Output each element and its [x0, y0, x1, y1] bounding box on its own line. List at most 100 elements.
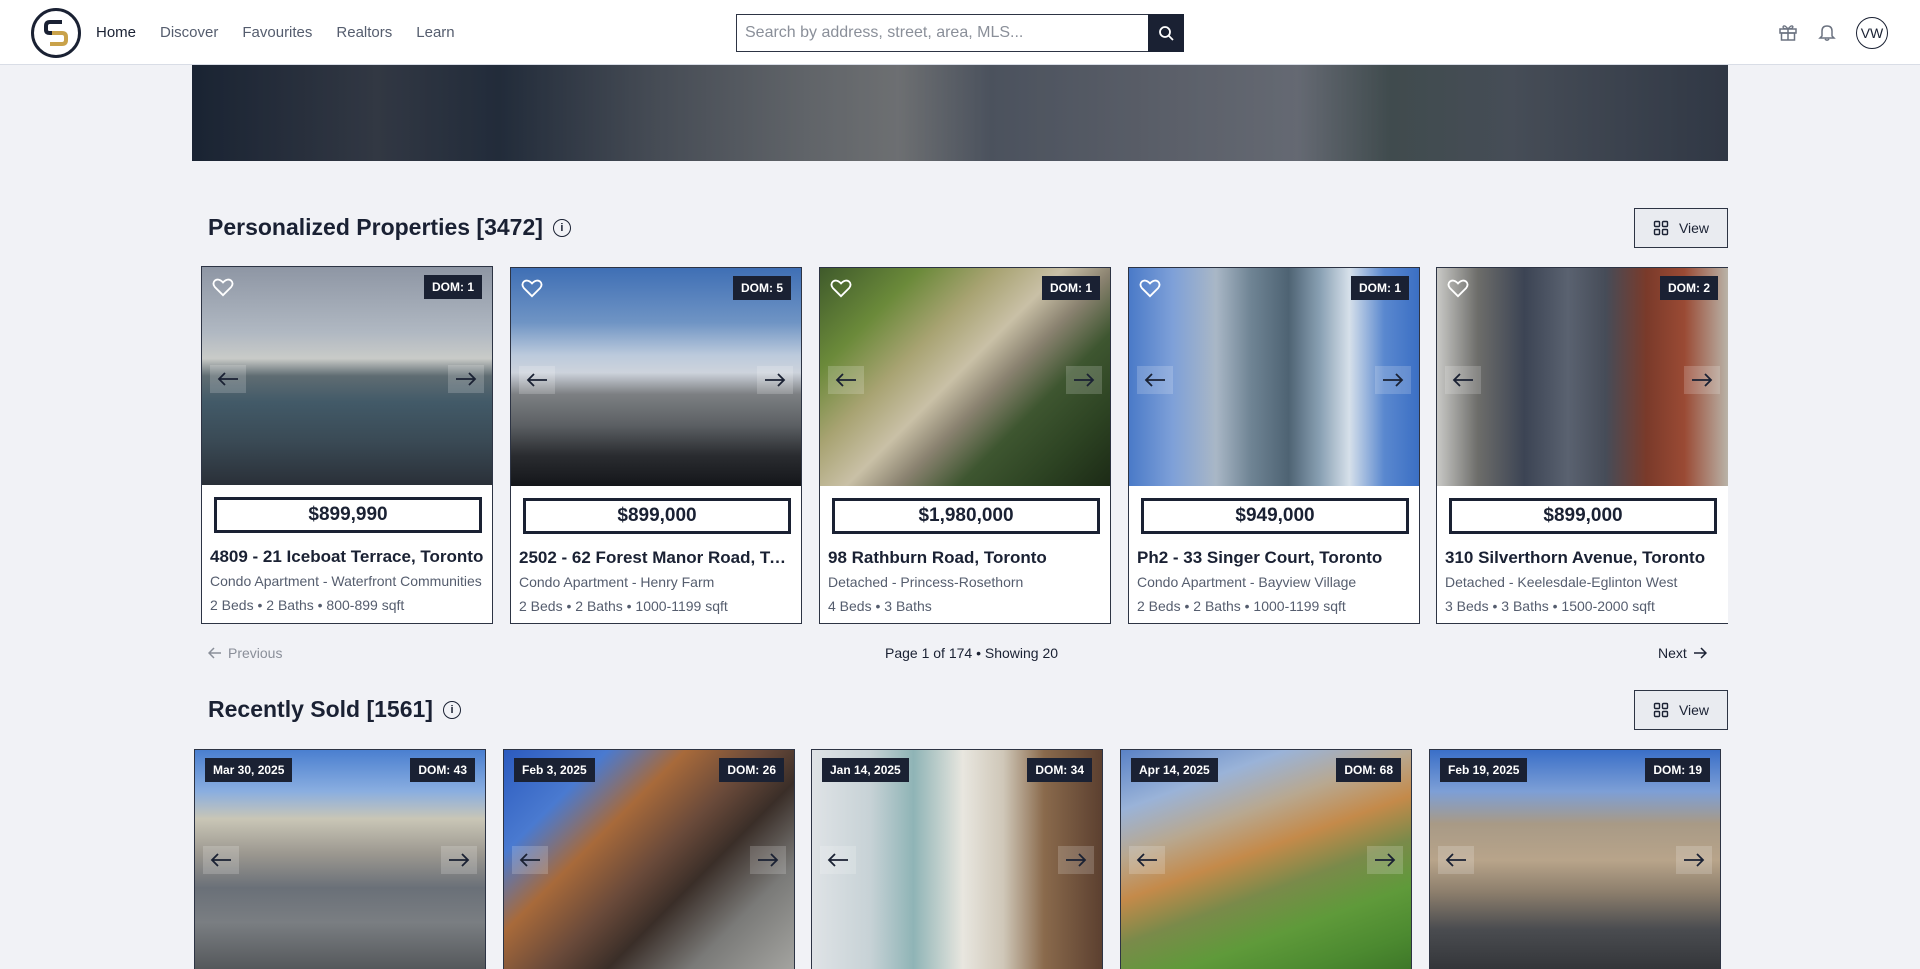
property-card[interactable]: DOM: 1 $1,980,000 98 Rathburn Road, Toro…: [819, 267, 1111, 624]
sold-property-card[interactable]: Feb 19, 2025 DOM: 19: [1429, 749, 1721, 969]
sold-section-header: Recently Sold [1561] i: [208, 696, 461, 723]
prev-photo-arrow-icon[interactable]: [1137, 366, 1173, 394]
next-photo-arrow-icon[interactable]: [1367, 846, 1403, 874]
property-address[interactable]: 4809 - 21 Iceboat Terrace, Toronto: [210, 547, 486, 567]
main-nav: Home Discover Favourites Realtors Learn: [96, 0, 455, 65]
sold-view-button[interactable]: View: [1634, 690, 1728, 730]
previous-page-button[interactable]: Previous: [208, 645, 282, 661]
grid-icon: [1653, 702, 1669, 718]
logo-mark-icon: [44, 20, 68, 46]
next-photo-arrow-icon[interactable]: [448, 365, 484, 393]
nav-favourites[interactable]: Favourites: [242, 24, 312, 41]
dom-badge: DOM: 2: [1660, 276, 1718, 300]
property-specs: 3 Beds • 3 Baths • 1500-2000 sqft: [1445, 598, 1655, 614]
dom-badge: DOM: 34: [1027, 758, 1092, 782]
sold-property-card[interactable]: Jan 14, 2025 DOM: 34: [811, 749, 1103, 969]
favourite-heart-icon[interactable]: [1139, 278, 1161, 298]
favourite-heart-icon[interactable]: [521, 278, 543, 298]
arrow-right-icon: [1693, 647, 1707, 659]
search-button[interactable]: [1148, 14, 1184, 52]
nav-realtors[interactable]: Realtors: [336, 24, 392, 41]
logo[interactable]: [31, 8, 81, 58]
top-nav-bar: Home Discover Favourites Realtors Learn …: [0, 0, 1920, 65]
next-photo-arrow-icon[interactable]: [757, 366, 793, 394]
next-photo-arrow-icon[interactable]: [1684, 366, 1720, 394]
view-label: View: [1678, 702, 1710, 718]
search-icon: [1159, 26, 1174, 41]
prev-photo-arrow-icon[interactable]: [820, 846, 856, 874]
property-card[interactable]: DOM: 1 $899,990 4809 - 21 Iceboat Terrac…: [201, 266, 493, 624]
arrow-left-icon: [208, 647, 221, 659]
favourite-heart-icon[interactable]: [830, 278, 852, 298]
info-icon[interactable]: i: [442, 700, 461, 719]
prev-photo-arrow-icon[interactable]: [203, 846, 239, 874]
property-address[interactable]: 310 Silverthorn Avenue, Toronto: [1445, 548, 1721, 568]
property-card[interactable]: DOM: 2 $899,000 310 Silverthorn Avenue, …: [1436, 267, 1728, 624]
search-input[interactable]: [736, 14, 1148, 52]
prev-photo-arrow-icon[interactable]: [512, 846, 548, 874]
property-address[interactable]: 2502 - 62 Forest Manor Road, Toronto: [519, 548, 795, 568]
property-card[interactable]: DOM: 5 $899,000 2502 - 62 Forest Manor R…: [510, 267, 802, 624]
next-photo-arrow-icon[interactable]: [441, 846, 477, 874]
property-specs: 4 Beds • 3 Baths: [828, 598, 932, 614]
dom-badge: DOM: 1: [424, 275, 482, 299]
grid-icon: [1653, 220, 1669, 236]
prev-photo-arrow-icon[interactable]: [828, 366, 864, 394]
dom-badge: DOM: 1: [1042, 276, 1100, 300]
favourite-heart-icon[interactable]: [212, 277, 234, 297]
sold-property-card[interactable]: Apr 14, 2025 DOM: 68: [1120, 749, 1412, 969]
property-type: Condo Apartment - Henry Farm: [519, 574, 715, 590]
user-avatar[interactable]: VW: [1856, 17, 1888, 49]
prev-photo-arrow-icon[interactable]: [1445, 366, 1481, 394]
property-card[interactable]: DOM: 1 $949,000 Ph2 - 33 Singer Court, T…: [1128, 267, 1420, 624]
price-tag: $899,000: [1449, 498, 1717, 534]
prev-photo-arrow-icon[interactable]: [519, 366, 555, 394]
property-address[interactable]: Ph2 - 33 Singer Court, Toronto: [1137, 548, 1413, 568]
nav-learn[interactable]: Learn: [416, 24, 454, 41]
sold-property-card[interactable]: Feb 3, 2025 DOM: 26: [503, 749, 795, 969]
page-status: Page 1 of 174 • Showing 20: [885, 645, 1059, 661]
nav-discover[interactable]: Discover: [160, 24, 218, 41]
view-label: View: [1678, 220, 1710, 236]
nav-home[interactable]: Home: [96, 24, 136, 41]
next-photo-arrow-icon[interactable]: [1676, 846, 1712, 874]
price-tag: $949,000: [1141, 498, 1409, 534]
sold-date-badge: Mar 30, 2025: [205, 758, 293, 782]
info-icon[interactable]: i: [552, 218, 571, 237]
dom-badge: DOM: 43: [410, 758, 475, 782]
dom-badge: DOM: 19: [1645, 758, 1710, 782]
price-tag: $899,990: [214, 497, 482, 533]
property-address[interactable]: 98 Rathburn Road, Toronto: [828, 548, 1104, 568]
sold-date-badge: Feb 3, 2025: [514, 758, 595, 782]
section-title: Personalized Properties [3472]: [208, 214, 543, 240]
prev-photo-arrow-icon[interactable]: [1129, 846, 1165, 874]
favourite-heart-icon[interactable]: [1447, 278, 1469, 298]
bell-icon[interactable]: [1815, 20, 1839, 44]
personalized-view-button[interactable]: View: [1634, 208, 1728, 248]
property-type: Condo Apartment - Waterfront Communities: [210, 573, 482, 589]
next-label: Next: [1658, 645, 1687, 661]
property-type: Condo Apartment - Bayview Village: [1137, 574, 1357, 590]
next-photo-arrow-icon[interactable]: [750, 846, 786, 874]
personalized-section-header: Personalized Properties [3472] i: [208, 214, 571, 241]
sold-date-badge: Apr 14, 2025: [1131, 758, 1218, 782]
gift-icon[interactable]: [1776, 20, 1800, 44]
property-specs: 2 Beds • 2 Baths • 1000-1199 sqft: [519, 598, 728, 614]
search-bar: [736, 14, 1184, 52]
prev-photo-arrow-icon[interactable]: [210, 365, 246, 393]
section-title: Recently Sold [1561]: [208, 696, 433, 722]
next-photo-arrow-icon[interactable]: [1058, 846, 1094, 874]
next-photo-arrow-icon[interactable]: [1066, 366, 1102, 394]
dom-badge: DOM: 68: [1336, 758, 1401, 782]
prev-photo-arrow-icon[interactable]: [1438, 846, 1474, 874]
dom-badge: DOM: 26: [719, 758, 784, 782]
dom-badge: DOM: 1: [1351, 276, 1409, 300]
property-type: Detached - Keelesdale-Eglinton West: [1445, 574, 1678, 590]
hero-banner: [192, 65, 1728, 161]
next-photo-arrow-icon[interactable]: [1375, 366, 1411, 394]
sold-property-card[interactable]: Mar 30, 2025 DOM: 43: [194, 749, 486, 969]
price-tag: $899,000: [523, 498, 791, 534]
dom-badge: DOM: 5: [733, 276, 791, 300]
property-type: Detached - Princess-Rosethorn: [828, 574, 1024, 590]
next-page-button[interactable]: Next: [1658, 645, 1707, 661]
